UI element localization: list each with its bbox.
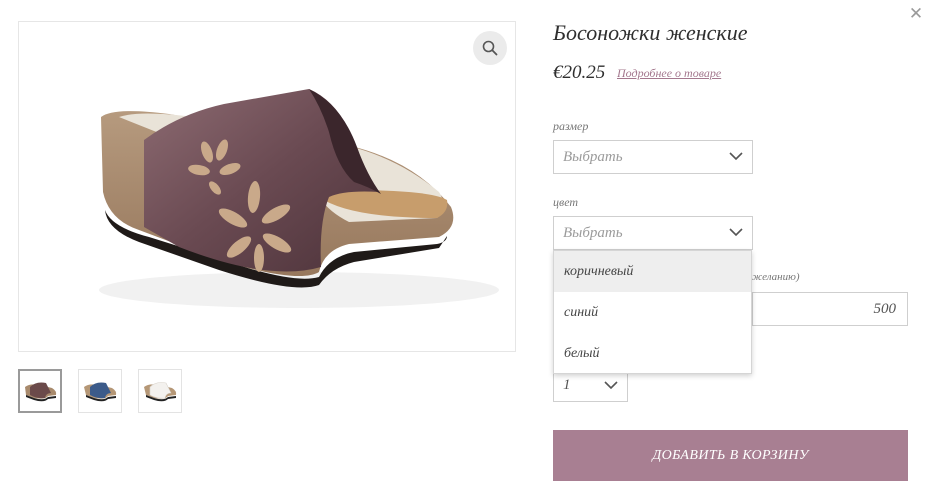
- thumbnail-brown-image: [25, 382, 57, 402]
- chevron-down-icon: [604, 380, 618, 389]
- thumbnail-white[interactable]: [138, 369, 182, 413]
- color-option-blue[interactable]: синий: [554, 292, 751, 333]
- color-select-value: Выбрать: [563, 224, 623, 241]
- product-main-image[interactable]: [18, 21, 516, 352]
- color-label: цвет: [553, 195, 579, 209]
- amount-label: желанию): [752, 271, 800, 283]
- zoom-button[interactable]: [473, 31, 507, 65]
- color-option-white[interactable]: белый: [554, 333, 751, 374]
- close-icon[interactable]: ✕: [906, 4, 926, 24]
- product-price: €20.25: [553, 62, 606, 83]
- thumbnail-blue-image: [84, 382, 117, 402]
- size-select-value: Выбрать: [563, 148, 623, 165]
- quantity-value: 1: [563, 377, 571, 393]
- thumbnail-blue[interactable]: [78, 369, 122, 413]
- add-to-cart-button[interactable]: ДОБАВИТЬ В КОРЗИНУ: [553, 430, 908, 481]
- color-dropdown: коричневый синий белый: [553, 250, 752, 374]
- product-title: Босоножки женские: [553, 20, 748, 45]
- chevron-down-icon: [729, 228, 743, 237]
- amount-input[interactable]: 500: [752, 292, 908, 326]
- color-option-brown[interactable]: коричневый: [554, 251, 751, 292]
- size-select[interactable]: Выбрать: [553, 140, 753, 174]
- size-label: размер: [553, 119, 589, 133]
- sandal-image: [99, 89, 499, 308]
- thumbnail-brown[interactable]: [18, 369, 62, 413]
- magnifier-icon: [482, 40, 498, 56]
- chevron-down-icon: [729, 152, 743, 161]
- product-details-link[interactable]: Подробнее о товаре: [617, 66, 721, 81]
- amount-input-value: 500: [873, 300, 897, 317]
- color-select[interactable]: Выбрать: [553, 216, 753, 250]
- thumbnail-white-image: [144, 382, 177, 402]
